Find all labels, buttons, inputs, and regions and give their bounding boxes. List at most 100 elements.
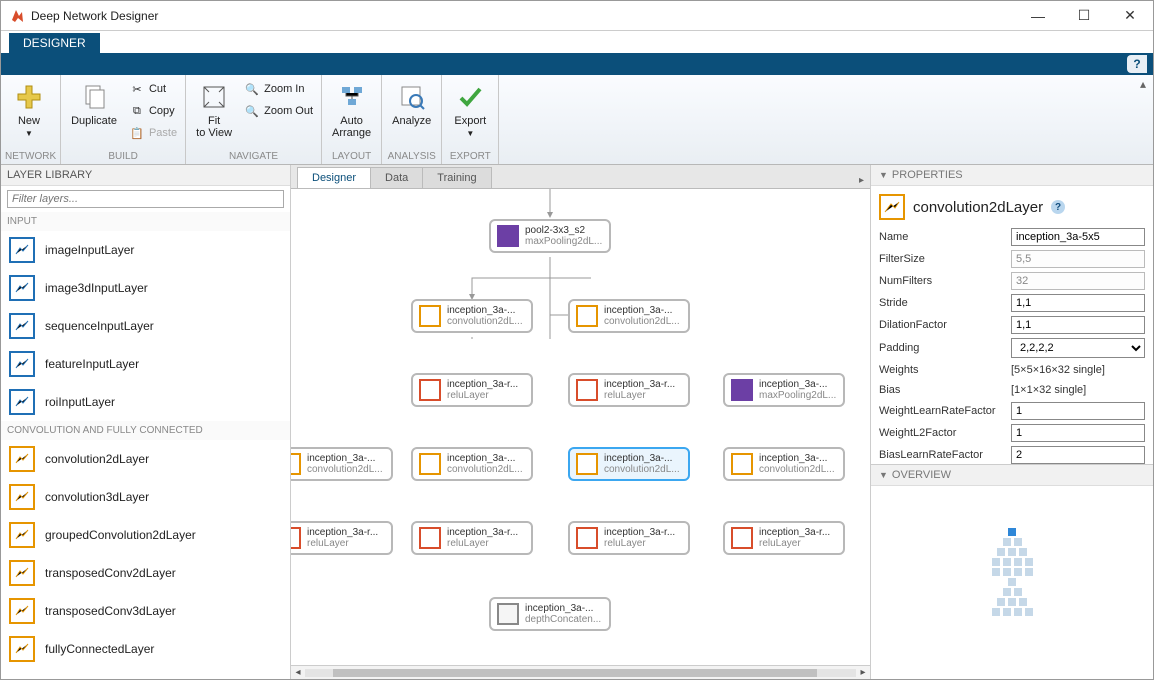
library-item-roiInputLayer[interactable]: roiInputLayer: [1, 383, 290, 421]
zoom-in-button[interactable]: 🔍Zoom In: [240, 79, 317, 99]
prop-input-DilationFactor[interactable]: [1011, 316, 1145, 334]
library-item-label: sequenceInputLayer: [45, 319, 154, 333]
node-conv_a[interactable]: inception_3a-...convolution2dL...: [411, 299, 533, 333]
help-icon[interactable]: ?: [1051, 200, 1065, 214]
scroll-left-icon[interactable]: ◂: [291, 667, 305, 678]
close-button[interactable]: ✕: [1107, 1, 1153, 31]
new-button[interactable]: New ▼: [5, 77, 53, 142]
prop-label: Stride: [879, 297, 1007, 309]
library-item-groupedConvolution2dLayer[interactable]: groupedConvolution2dLayer: [1, 516, 290, 554]
matlab-logo-icon: [9, 8, 25, 24]
prop-input-WeightL2Factor[interactable]: [1011, 424, 1145, 442]
node-maxp[interactable]: inception_3a-...maxPooling2dL...: [723, 373, 845, 407]
scroll-right-icon[interactable]: ▸: [856, 667, 870, 678]
node-type-icon: [291, 527, 301, 549]
group-label-export: EXPORT: [446, 149, 494, 164]
node-subtitle: maxPooling2dL...: [525, 236, 602, 247]
library-item-convolution2dLayer[interactable]: convolution2dLayer: [1, 440, 290, 478]
help-icon[interactable]: ?: [1127, 55, 1147, 73]
ribbon-tab-designer[interactable]: DESIGNER: [9, 33, 100, 53]
library-item-fullyConnectedLayer[interactable]: fullyConnectedLayer: [1, 630, 290, 668]
node-type-icon: [291, 453, 301, 475]
prop-label: WeightLearnRateFactor: [879, 405, 1007, 417]
node-pool2[interactable]: pool2-3x3_s2maxPooling2dL...: [489, 219, 611, 253]
check-icon: [454, 81, 486, 113]
node-conv_c[interactable]: inception_3a-...convolution2dL...: [411, 447, 533, 481]
paste-button[interactable]: 📋Paste: [125, 123, 181, 143]
tab-data[interactable]: Data: [370, 167, 423, 188]
properties-title: PROPERTIES: [892, 169, 963, 181]
arrange-icon: [336, 81, 368, 113]
zoom-out-button[interactable]: 🔍Zoom Out: [240, 101, 317, 121]
plus-icon: [13, 81, 45, 113]
prop-label: DilationFactor: [879, 319, 1007, 331]
overview-minimap[interactable]: [871, 486, 1153, 679]
prop-input-Name[interactable]: [1011, 228, 1145, 246]
library-item-transposedConv2dLayer[interactable]: transposedConv2dLayer: [1, 554, 290, 592]
node-subtitle: convolution2dL...: [604, 464, 680, 475]
library-item-imageInputLayer[interactable]: imageInputLayer: [1, 231, 290, 269]
collapse-ribbon-icon[interactable]: ▴: [1133, 75, 1153, 164]
node-conv_sel[interactable]: inception_3a-...convolution2dL...: [568, 447, 690, 481]
node-relu_e[interactable]: inception_3a-r...reluLayer: [723, 521, 845, 555]
tab-overflow-icon[interactable]: ▸: [853, 173, 870, 188]
chevron-down-icon[interactable]: ▼: [879, 470, 888, 480]
tab-designer[interactable]: Designer: [297, 167, 371, 188]
node-title: inception_3a-r...: [447, 527, 518, 538]
chevron-down-icon[interactable]: ▼: [879, 170, 888, 180]
prop-select-Padding[interactable]: 2,2,2,2: [1011, 338, 1145, 358]
node-relu_d[interactable]: inception_3a-r...reluLayer: [568, 521, 690, 555]
prop-value-FilterSize: 5,5: [1011, 250, 1145, 268]
analyze-button[interactable]: Analyze: [386, 77, 437, 131]
library-item-label: image3dInputLayer: [45, 281, 148, 295]
copy-button[interactable]: ⧉Copy: [125, 101, 181, 121]
node-title: inception_3a-...: [525, 603, 601, 614]
node-subtitle: reluLayer: [307, 538, 378, 549]
maximize-button[interactable]: ☐: [1061, 1, 1107, 31]
prop-input-Stride[interactable]: [1011, 294, 1145, 312]
prop-value-NumFilters: 32: [1011, 272, 1145, 290]
prop-input-BiasLearnRateFactor[interactable]: [1011, 446, 1145, 464]
filter-layers-input[interactable]: [7, 190, 284, 208]
layer-icon: [9, 389, 35, 415]
node-relu_c[interactable]: inception_3a-r...reluLayer: [411, 521, 533, 555]
zoom-in-icon: 🔍: [244, 81, 260, 97]
tab-training[interactable]: Training: [422, 167, 491, 188]
scroll-thumb[interactable]: [333, 669, 818, 677]
layer-icon: [9, 598, 35, 624]
prop-input-WeightLearnRateFactor[interactable]: [1011, 402, 1145, 420]
library-item-convolution3dLayer[interactable]: convolution3dLayer: [1, 478, 290, 516]
scroll-track[interactable]: [305, 669, 856, 677]
node-type-icon: [419, 379, 441, 401]
minimize-button[interactable]: —: [1015, 1, 1061, 31]
node-relu_left[interactable]: inception_3a-r...reluLayer: [291, 521, 393, 555]
node-conv_b[interactable]: inception_3a-...convolution2dL...: [568, 299, 690, 333]
node-conv_d[interactable]: inception_3a-...convolution2dL...: [723, 447, 845, 481]
duplicate-button[interactable]: Duplicate: [65, 77, 123, 131]
node-type-icon: [419, 453, 441, 475]
node-relu_a[interactable]: inception_3a-r...reluLayer: [411, 373, 533, 407]
node-conv_left[interactable]: inception_3a-...convolution2dL...: [291, 447, 393, 481]
prop-label: WeightL2Factor: [879, 427, 1007, 439]
node-relu_b[interactable]: inception_3a-r...reluLayer: [568, 373, 690, 407]
cut-button[interactable]: ✂Cut: [125, 79, 181, 99]
library-item-sequenceInputLayer[interactable]: sequenceInputLayer: [1, 307, 290, 345]
prop-row-NumFilters: NumFilters 32: [879, 272, 1145, 290]
prop-row-Bias: Bias [1×1×32 single]: [879, 382, 1145, 398]
horizontal-scrollbar[interactable]: ◂ ▸: [291, 665, 870, 679]
auto-arrange-button[interactable]: Auto Arrange: [326, 77, 377, 143]
library-item-transposedConv3dLayer[interactable]: transposedConv3dLayer: [1, 592, 290, 630]
export-button[interactable]: Export ▼: [446, 77, 494, 142]
node-concat[interactable]: inception_3a-...depthConcaten...: [489, 597, 611, 631]
layer-icon: [9, 313, 35, 339]
library-item-image3dInputLayer[interactable]: image3dInputLayer: [1, 269, 290, 307]
prop-label: Name: [879, 231, 1007, 243]
library-item-featureInputLayer[interactable]: featureInputLayer: [1, 345, 290, 383]
node-type-icon: [497, 225, 519, 247]
prop-label: FilterSize: [879, 253, 1007, 265]
node-subtitle: convolution2dL...: [307, 464, 383, 475]
library-item-label: transposedConv2dLayer: [45, 566, 176, 580]
node-title: inception_3a-r...: [604, 379, 675, 390]
prop-row-WeightLearnRateFactor: WeightLearnRateFactor: [879, 402, 1145, 420]
fit-to-view-button[interactable]: Fit to View: [190, 77, 238, 143]
